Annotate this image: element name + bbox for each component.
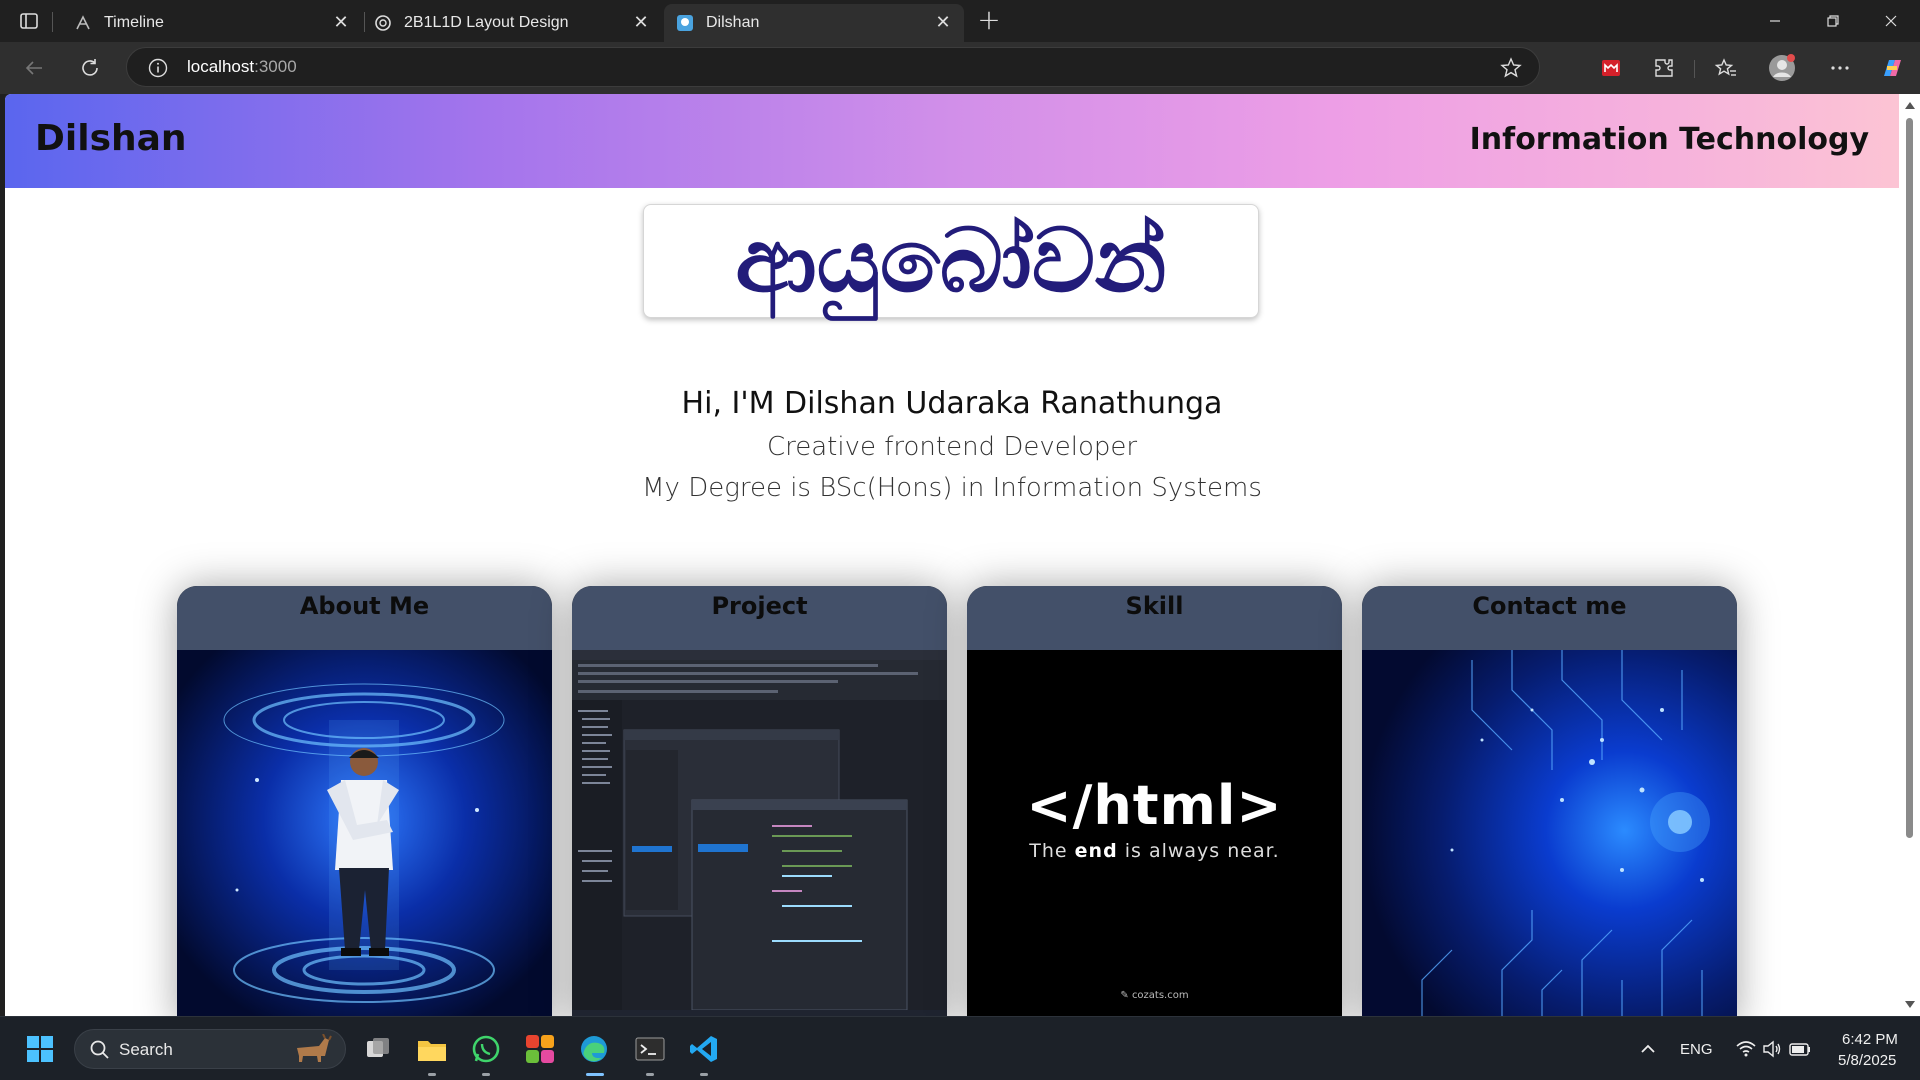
running-indicator	[482, 1073, 490, 1076]
browser-tab-bar: Timeline ✕ 2B1L1D Layout Design ✕ Dilsha…	[0, 0, 1920, 42]
card-title: Skill	[967, 586, 1342, 650]
whatsapp-icon[interactable]	[468, 1031, 504, 1067]
terminal-icon[interactable]	[632, 1031, 668, 1067]
card-about-me[interactable]: About Me	[177, 586, 552, 1016]
scroll-thumb[interactable]	[1906, 118, 1913, 838]
active-indicator	[586, 1073, 604, 1076]
task-view-icon[interactable]	[360, 1031, 396, 1067]
card-skill[interactable]: Skill </html> The end is always near. ✎ …	[967, 586, 1342, 1016]
tab-actions-icon[interactable]	[18, 10, 40, 32]
running-indicator	[428, 1073, 436, 1076]
skill-image-credit: ✎ cozats.com	[967, 990, 1342, 1001]
project-image	[572, 650, 947, 1016]
card-title: Project	[572, 586, 947, 650]
vscode-icon[interactable]	[686, 1031, 722, 1067]
intro-role: Creative frontend Developer	[766, 432, 1138, 462]
tab-title: Dilshan	[706, 14, 760, 31]
edge-browser-icon[interactable]	[576, 1031, 612, 1067]
credit-logo-icon: ✎	[1120, 990, 1132, 1001]
search-label: Search	[119, 1040, 173, 1059]
about-me-image	[177, 650, 552, 1016]
url-text: localhost:3000	[187, 57, 297, 77]
windows-taskbar: Search ENG 6:42 PM 5/8/2025	[0, 1016, 1920, 1080]
header-subject: Information Technology	[1469, 122, 1869, 157]
profile-avatar-icon[interactable]	[1768, 54, 1796, 82]
card-project[interactable]: Project	[572, 586, 947, 1016]
intro-degree: My Degree is BSc(Hons) in Information Sy…	[642, 473, 1262, 503]
contact-image	[1362, 650, 1737, 1016]
tab-layout-design[interactable]: 2B1L1D Layout Design ✕	[362, 4, 662, 42]
close-window-button[interactable]	[1878, 8, 1904, 34]
card-title: About Me	[177, 586, 552, 650]
timeline-icon	[74, 14, 92, 32]
site-brand[interactable]: Dilshan	[35, 118, 187, 159]
tagline-bold: end	[1074, 840, 1118, 862]
page-viewport: Dilshan Information Technology ආයුබෝවන් …	[5, 94, 1899, 1016]
url-host: localhost	[187, 57, 255, 76]
favorites-icon[interactable]	[1712, 54, 1740, 82]
skill-image: </html> The end is always near. ✎ cozats…	[967, 650, 1342, 1016]
tagline-pre: The	[1029, 840, 1075, 862]
search-icon	[89, 1039, 111, 1065]
welcome-banner: ආයුබෝවන්	[643, 204, 1259, 318]
running-indicator	[700, 1073, 708, 1076]
tab-separator	[52, 12, 53, 32]
clock-time[interactable]: 6:42 PM	[1842, 1031, 1898, 1048]
extension-red-icon[interactable]	[1597, 54, 1625, 82]
browser-toolbar: localhost:3000	[0, 42, 1920, 94]
tab-title: 2B1L1D Layout Design	[404, 14, 569, 31]
new-tab-button[interactable]: +	[974, 6, 1004, 36]
card-contact-me[interactable]: Contact me	[1362, 586, 1737, 1016]
language-indicator[interactable]: ENG	[1680, 1041, 1713, 1058]
tagline-post: is always near.	[1117, 840, 1280, 862]
clock-date[interactable]: 5/8/2025	[1838, 1052, 1896, 1069]
back-button[interactable]	[18, 52, 50, 84]
page-scrollbar[interactable]	[1899, 94, 1920, 1016]
tab-title: Timeline	[104, 14, 164, 31]
copilot-icon[interactable]	[1878, 54, 1906, 82]
credit-text: cozats.com	[1131, 990, 1189, 1001]
skill-image-code-text: </html>	[1026, 774, 1283, 837]
taskbar-search-box[interactable]: Search	[74, 1029, 346, 1069]
close-icon[interactable]: ✕	[934, 14, 952, 32]
windows-start-icon[interactable]	[22, 1031, 58, 1067]
favorite-star-icon[interactable]	[1499, 56, 1523, 80]
site-info-icon[interactable]	[147, 57, 169, 79]
openai-icon	[374, 14, 392, 32]
site-header: Dilshan Information Technology	[5, 94, 1899, 188]
site-favicon	[676, 14, 694, 32]
extensions-puzzle-icon[interactable]	[1650, 54, 1678, 82]
close-icon[interactable]: ✕	[632, 14, 650, 32]
close-icon[interactable]: ✕	[332, 14, 350, 32]
intro-name: Hi, I'M Dilshan Udaraka Ranathunga	[681, 386, 1223, 421]
tab-dilshan[interactable]: Dilshan ✕	[664, 4, 964, 42]
show-hidden-icons-chevron-icon[interactable]	[1630, 1031, 1666, 1067]
card-title: Contact me	[1362, 586, 1737, 650]
more-options-icon[interactable]	[1826, 54, 1854, 82]
skill-image-tagline: The end is always near.	[967, 840, 1342, 862]
search-highlight-donkey-icon	[289, 1033, 335, 1070]
toolbar-separator	[1694, 60, 1695, 78]
address-bar[interactable]: localhost:3000	[126, 47, 1540, 87]
welcome-text: ආයුබෝවන්	[735, 209, 1167, 312]
restore-button[interactable]	[1820, 8, 1846, 34]
url-port: :3000	[254, 57, 297, 76]
battery-icon[interactable]	[1782, 1031, 1818, 1067]
file-explorer-icon[interactable]	[414, 1031, 450, 1067]
office-apps-icon[interactable]	[522, 1031, 558, 1067]
scroll-up-arrow-icon[interactable]	[1905, 102, 1915, 109]
running-indicator	[646, 1073, 654, 1076]
refresh-button[interactable]	[74, 52, 106, 84]
minimize-button[interactable]	[1762, 8, 1788, 34]
tab-timeline[interactable]: Timeline ✕	[62, 4, 362, 42]
scroll-down-arrow-icon[interactable]	[1905, 1001, 1915, 1008]
